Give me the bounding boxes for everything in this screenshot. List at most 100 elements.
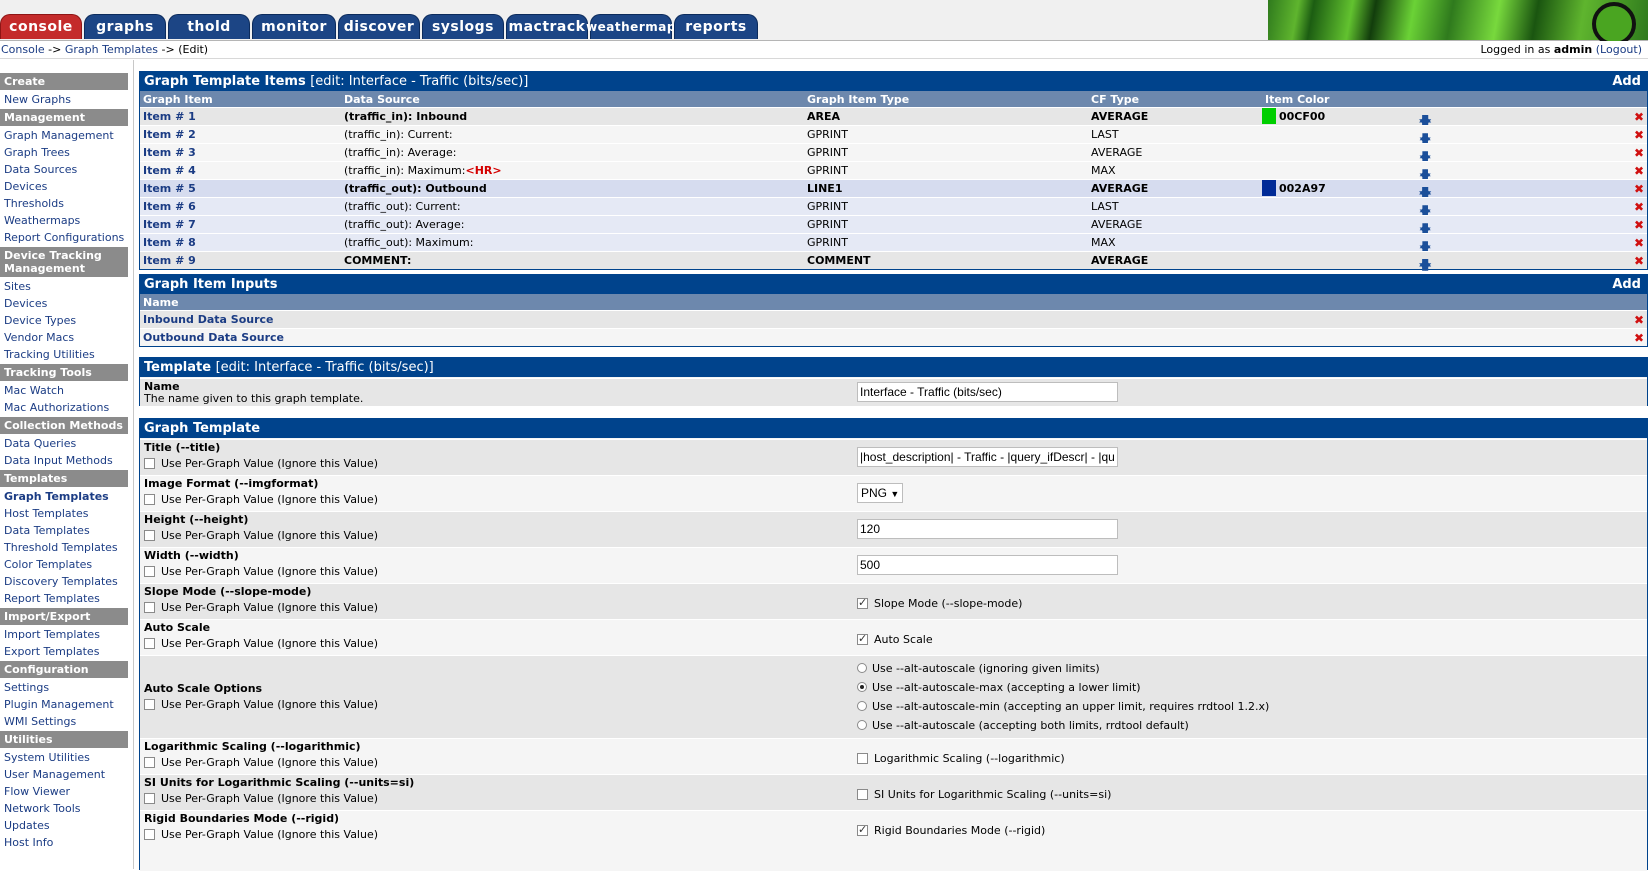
slope-per-graph-checkbox[interactable] (144, 601, 155, 613)
graph-item-link[interactable]: Item # 2 (143, 128, 196, 141)
delete-icon[interactable]: ✖ (1634, 254, 1644, 268)
sidebar-item-data-templates[interactable]: Data Templates (0, 522, 128, 539)
delete-icon[interactable]: ✖ (1634, 236, 1644, 250)
slope-mode-checkbox[interactable] (857, 596, 868, 609)
width-input[interactable]: 500 (857, 555, 1118, 575)
autoscale-options-per-graph-checkbox[interactable] (144, 698, 155, 710)
graph-item-link[interactable]: Item # 9 (143, 254, 196, 267)
graph-item-link[interactable]: Item # 1 (143, 110, 196, 123)
imgformat-per-graph-checkbox[interactable] (144, 493, 155, 505)
auto-scale-radio[interactable] (857, 720, 867, 730)
sidebar-item-vendor-macs[interactable]: Vendor Macs (0, 329, 128, 346)
item-input-link[interactable]: Outbound Data Source (143, 331, 284, 344)
sidebar-item-mac-watch[interactable]: Mac Watch (0, 382, 128, 399)
sidebar-item-color-templates[interactable]: Color Templates (0, 556, 128, 573)
breadcrumb-graph-templates-link[interactable]: Graph Templates (65, 43, 158, 56)
graph-items-column-header: Graph Item Data Source Graph Item Type C… (140, 91, 1647, 107)
title-per-graph-checkbox[interactable] (144, 457, 155, 469)
tab-mactrack[interactable]: mactrack (506, 14, 588, 39)
sidebar-item-report-templates[interactable]: Report Templates (0, 590, 128, 607)
add-item-input-link[interactable]: Add (1612, 275, 1641, 294)
sidebar-item-new-graphs[interactable]: New Graphs (0, 91, 128, 108)
delete-icon[interactable]: ✖ (1634, 110, 1644, 124)
si-units-checkbox[interactable] (857, 788, 868, 800)
delete-icon[interactable]: ✖ (1634, 331, 1644, 345)
sidebar-item-data-input-methods[interactable]: Data Input Methods (0, 452, 128, 469)
auto-scale-radio[interactable] (857, 701, 867, 711)
sidebar-item-threshold-templates[interactable]: Threshold Templates (0, 539, 128, 556)
logout-link[interactable]: (Logout) (1596, 43, 1642, 56)
tab-thold[interactable]: thold (168, 14, 250, 39)
sidebar-item-flow-viewer[interactable]: Flow Viewer (0, 783, 128, 800)
sidebar-item-graph-templates[interactable]: Graph Templates (0, 488, 128, 505)
delete-icon[interactable]: ✖ (1634, 128, 1644, 142)
rigid-checkbox[interactable] (857, 823, 868, 836)
tab-syslogs[interactable]: syslogs (422, 14, 504, 39)
sidebar-item-wmi-settings[interactable]: WMI Settings (0, 713, 128, 730)
sidebar-item-graph-trees[interactable]: Graph Trees (0, 144, 128, 161)
tab-graphs[interactable]: graphs (84, 14, 166, 39)
image-format-select[interactable]: PNG ▼ (857, 483, 904, 503)
template-name-input[interactable]: Interface - Traffic (bits/sec) (857, 382, 1118, 402)
sidebar-item-data-queries[interactable]: Data Queries (0, 435, 128, 452)
sidebar-item-tracking-utilities[interactable]: Tracking Utilities (0, 346, 128, 363)
sidebar-item-device-types[interactable]: Device Types (0, 312, 128, 329)
auto-scale-radio[interactable] (857, 682, 867, 692)
logarithmic-checkbox[interactable] (857, 752, 868, 764)
title-input[interactable]: |host_description| - Traffic - |query_if… (857, 447, 1118, 467)
graph-item-row: Item # 8 (traffic_out): Maximum: GPRINT MAX… (140, 233, 1647, 254)
sidebar-item-updates[interactable]: Updates (0, 817, 128, 834)
breadcrumb-console-link[interactable]: Console (1, 43, 45, 56)
delete-icon[interactable]: ✖ (1634, 200, 1644, 214)
delete-icon[interactable]: ✖ (1634, 313, 1644, 327)
sidebar-item-devices[interactable]: Devices (0, 178, 128, 195)
sidebar-item-data-sources[interactable]: Data Sources (0, 161, 128, 178)
tab-reports[interactable]: reports (674, 14, 758, 39)
height-per-graph-checkbox[interactable] (144, 529, 155, 541)
tab-weathermap[interactable]: weathermap (586, 14, 675, 39)
sidebar-section-templates: Templates (0, 470, 128, 488)
sidebar-item-weathermaps[interactable]: Weathermaps (0, 212, 128, 229)
tab-monitor[interactable]: monitor (252, 14, 336, 39)
sidebar-item-import-templates[interactable]: Import Templates (0, 626, 128, 643)
height-input[interactable]: 120 (857, 519, 1118, 539)
si-per-graph-checkbox[interactable] (144, 792, 155, 804)
auto-scale-checkbox[interactable] (857, 632, 868, 645)
graph-item-link[interactable]: Item # 6 (143, 200, 196, 213)
graph-item-link[interactable]: Item # 4 (143, 164, 196, 177)
tab-console[interactable]: console (0, 14, 82, 39)
graph-item-link[interactable]: Item # 8 (143, 236, 196, 249)
graph-item-link[interactable]: Item # 7 (143, 218, 196, 231)
logarithmic-label: Logarithmic Scaling (--logarithmic) (144, 740, 361, 753)
auto-scale-radio[interactable] (857, 663, 867, 673)
graph-item-link[interactable]: Item # 5 (143, 182, 196, 195)
sidebar-item-network-tools[interactable]: Network Tools (0, 800, 128, 817)
sidebar-item-report-configurations[interactable]: Report Configurations (0, 229, 128, 246)
tab-discover[interactable]: discover (338, 14, 420, 39)
sidebar-item-graph-management[interactable]: Graph Management (0, 127, 128, 144)
sidebar-item-discovery-templates[interactable]: Discovery Templates (0, 573, 128, 590)
sidebar-item-sites[interactable]: Sites (0, 278, 128, 295)
sidebar-item-system-utilities[interactable]: System Utilities (0, 749, 128, 766)
delete-icon[interactable]: ✖ (1634, 182, 1644, 196)
sidebar-item-host-info[interactable]: Host Info (0, 834, 128, 851)
item-type-cell: GPRINT (807, 146, 848, 159)
sidebar-item-export-templates[interactable]: Export Templates (0, 643, 128, 660)
width-per-graph-checkbox[interactable] (144, 565, 155, 577)
autoscale-per-graph-checkbox[interactable] (144, 637, 155, 649)
log-per-graph-checkbox[interactable] (144, 756, 155, 768)
sidebar-item-user-management[interactable]: User Management (0, 766, 128, 783)
sidebar-item-settings[interactable]: Settings (0, 679, 128, 696)
delete-icon[interactable]: ✖ (1634, 164, 1644, 178)
sidebar-item-mac-authorizations[interactable]: Mac Authorizations (0, 399, 128, 416)
rigid-per-graph-checkbox[interactable] (144, 828, 155, 840)
graph-item-link[interactable]: Item # 3 (143, 146, 196, 159)
add-graph-item-link[interactable]: Add (1612, 72, 1641, 91)
sidebar-item-thresholds[interactable]: Thresholds (0, 195, 128, 212)
sidebar-item-devices[interactable]: Devices (0, 295, 128, 312)
delete-icon[interactable]: ✖ (1634, 218, 1644, 232)
sidebar-item-host-templates[interactable]: Host Templates (0, 505, 128, 522)
delete-icon[interactable]: ✖ (1634, 146, 1644, 160)
item-input-link[interactable]: Inbound Data Source (143, 313, 274, 326)
sidebar-item-plugin-management[interactable]: Plugin Management (0, 696, 128, 713)
